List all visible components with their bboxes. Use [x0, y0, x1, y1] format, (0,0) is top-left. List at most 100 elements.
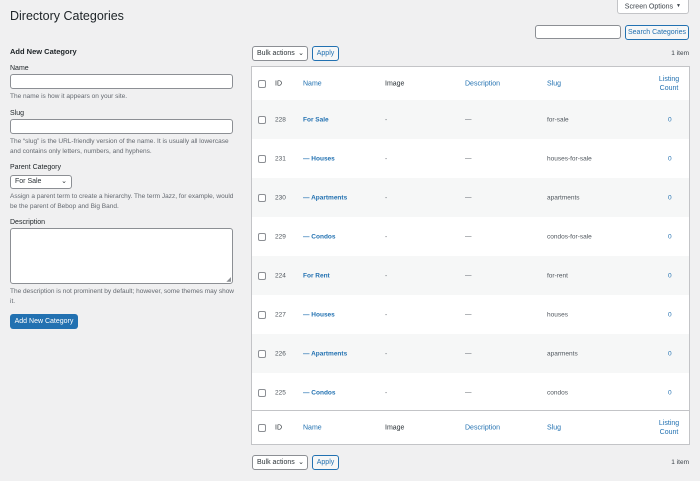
caret-down-icon: ▼	[676, 3, 681, 9]
row-name-link[interactable]: — Apartments	[303, 350, 347, 357]
table-row: 229 — Condos - — condos-for-sale 0	[252, 217, 689, 256]
name-label: Name	[10, 65, 29, 72]
item-count-bottom: 1 item	[671, 459, 689, 466]
row-listing-count-link[interactable]: 0	[668, 116, 672, 123]
row-id: 227	[275, 311, 286, 318]
table-row: 231 — Houses - — houses-for-sale 0	[252, 139, 689, 178]
bulk-actions-select-top[interactable]: Bulk actions ⌄	[252, 46, 308, 61]
row-checkbox[interactable]	[258, 388, 266, 397]
screen-options-button[interactable]: Screen Options ▼	[616, 0, 689, 14]
parent-category-value: For Sale	[15, 178, 42, 185]
table-row: 226 — Apartments - — aparments 0	[252, 334, 689, 373]
row-listing-count-link[interactable]: 0	[668, 155, 672, 162]
row-image: -	[385, 194, 388, 201]
row-name-link[interactable]: For Rent	[303, 272, 330, 279]
row-slug: aparments	[547, 350, 578, 357]
row-image: -	[385, 389, 388, 396]
column-id: ID	[275, 80, 282, 87]
row-listing-count-link[interactable]: 0	[668, 272, 672, 279]
parent-category-select[interactable]: For Sale ⌄	[10, 175, 72, 189]
row-name-link[interactable]: — Houses	[303, 155, 335, 162]
apply-button-top[interactable]: Apply	[312, 46, 339, 61]
column-name[interactable]: Name	[303, 424, 322, 431]
row-listing-count-link[interactable]: 0	[668, 350, 672, 357]
row-checkbox[interactable]	[258, 115, 266, 124]
resize-grip-icon[interactable]: ◢	[226, 276, 231, 283]
row-checkbox[interactable]	[258, 193, 266, 202]
row-slug: houses	[547, 311, 568, 318]
column-id: ID	[275, 424, 282, 431]
row-listing-count-link[interactable]: 0	[668, 233, 672, 240]
description-label: Description	[10, 219, 46, 226]
row-slug: houses-for-sale	[547, 155, 592, 162]
row-listing-count-link[interactable]: 0	[668, 311, 672, 318]
row-name-link[interactable]: — Condos	[303, 233, 336, 240]
description-help: The description is not prominent by defa…	[10, 288, 234, 305]
row-checkbox[interactable]	[258, 271, 266, 280]
column-slug[interactable]: Slug	[547, 80, 561, 87]
select-all-checkbox[interactable]	[258, 79, 266, 88]
row-checkbox[interactable]	[258, 310, 266, 319]
row-image: -	[385, 155, 388, 162]
table-row: 225 — Condos - — condos 0	[252, 373, 689, 412]
add-new-category-button[interactable]: Add New Category	[10, 314, 78, 329]
row-slug: apartments	[547, 194, 580, 201]
table-footer: ID Name Image Description Slug Listing C…	[252, 410, 689, 444]
row-id: 224	[275, 272, 286, 279]
row-name-link[interactable]: — Apartments	[303, 194, 347, 201]
parent-category-help: Assign a parent term to create a hierarc…	[10, 193, 234, 210]
column-slug[interactable]: Slug	[547, 424, 561, 431]
row-id: 226	[275, 350, 286, 357]
row-checkbox[interactable]	[258, 232, 266, 241]
row-checkbox[interactable]	[258, 349, 266, 358]
table-row: 228 For Sale - — for-sale 0	[252, 100, 689, 139]
column-listing-count[interactable]: Listing Count	[650, 75, 688, 93]
apply-button-bottom[interactable]: Apply	[312, 455, 339, 470]
row-id: 229	[275, 233, 286, 240]
slug-help: The “slug” is the URL-friendly version o…	[10, 138, 229, 155]
slug-input[interactable]	[10, 119, 233, 134]
row-description: —	[465, 272, 472, 279]
column-description[interactable]: Description	[465, 424, 500, 431]
row-listing-count-link[interactable]: 0	[668, 389, 672, 396]
column-image: Image	[385, 424, 405, 431]
row-checkbox[interactable]	[258, 154, 266, 163]
page-title: Directory Categories	[10, 9, 124, 23]
row-id: 228	[275, 116, 286, 123]
search-categories-button[interactable]: Search Categories	[625, 25, 689, 40]
row-listing-count-link[interactable]: 0	[668, 194, 672, 201]
column-description[interactable]: Description	[465, 80, 500, 87]
description-textarea[interactable]: ◢	[10, 228, 233, 284]
item-count-top: 1 item	[671, 50, 689, 57]
categories-table: ID Name Image Description Slug Listing C…	[251, 66, 690, 445]
row-image: -	[385, 311, 388, 318]
table-header: ID Name Image Description Slug Listing C…	[252, 67, 689, 101]
row-id: 231	[275, 155, 286, 162]
row-description: —	[465, 194, 472, 201]
row-image: -	[385, 233, 388, 240]
row-name-link[interactable]: — Houses	[303, 311, 335, 318]
column-name[interactable]: Name	[303, 80, 322, 87]
table-row: 230 — Apartments - — apartments 0	[252, 178, 689, 217]
chevron-down-icon: ⌄	[298, 50, 304, 57]
row-name-link[interactable]: For Sale	[303, 116, 329, 123]
row-name-link[interactable]: — Condos	[303, 389, 336, 396]
row-description: —	[465, 389, 472, 396]
column-listing-count[interactable]: Listing Count	[650, 419, 688, 437]
name-input[interactable]	[10, 74, 233, 89]
row-description: —	[465, 311, 472, 318]
row-slug: condos	[547, 389, 568, 396]
select-all-checkbox-footer[interactable]	[258, 423, 266, 432]
row-description: —	[465, 155, 472, 162]
row-slug: for-rent	[547, 272, 568, 279]
row-image: -	[385, 272, 388, 279]
name-help: The name is how it appears on your site.	[10, 93, 128, 100]
row-description: —	[465, 350, 472, 357]
parent-category-label: Parent Category	[10, 164, 61, 171]
search-input[interactable]	[535, 25, 621, 39]
row-slug: for-sale	[547, 116, 569, 123]
bulk-actions-label: Bulk actions	[257, 50, 295, 57]
bulk-actions-select-bottom[interactable]: Bulk actions ⌄	[252, 455, 308, 470]
row-id: 230	[275, 194, 286, 201]
column-image: Image	[385, 80, 405, 87]
